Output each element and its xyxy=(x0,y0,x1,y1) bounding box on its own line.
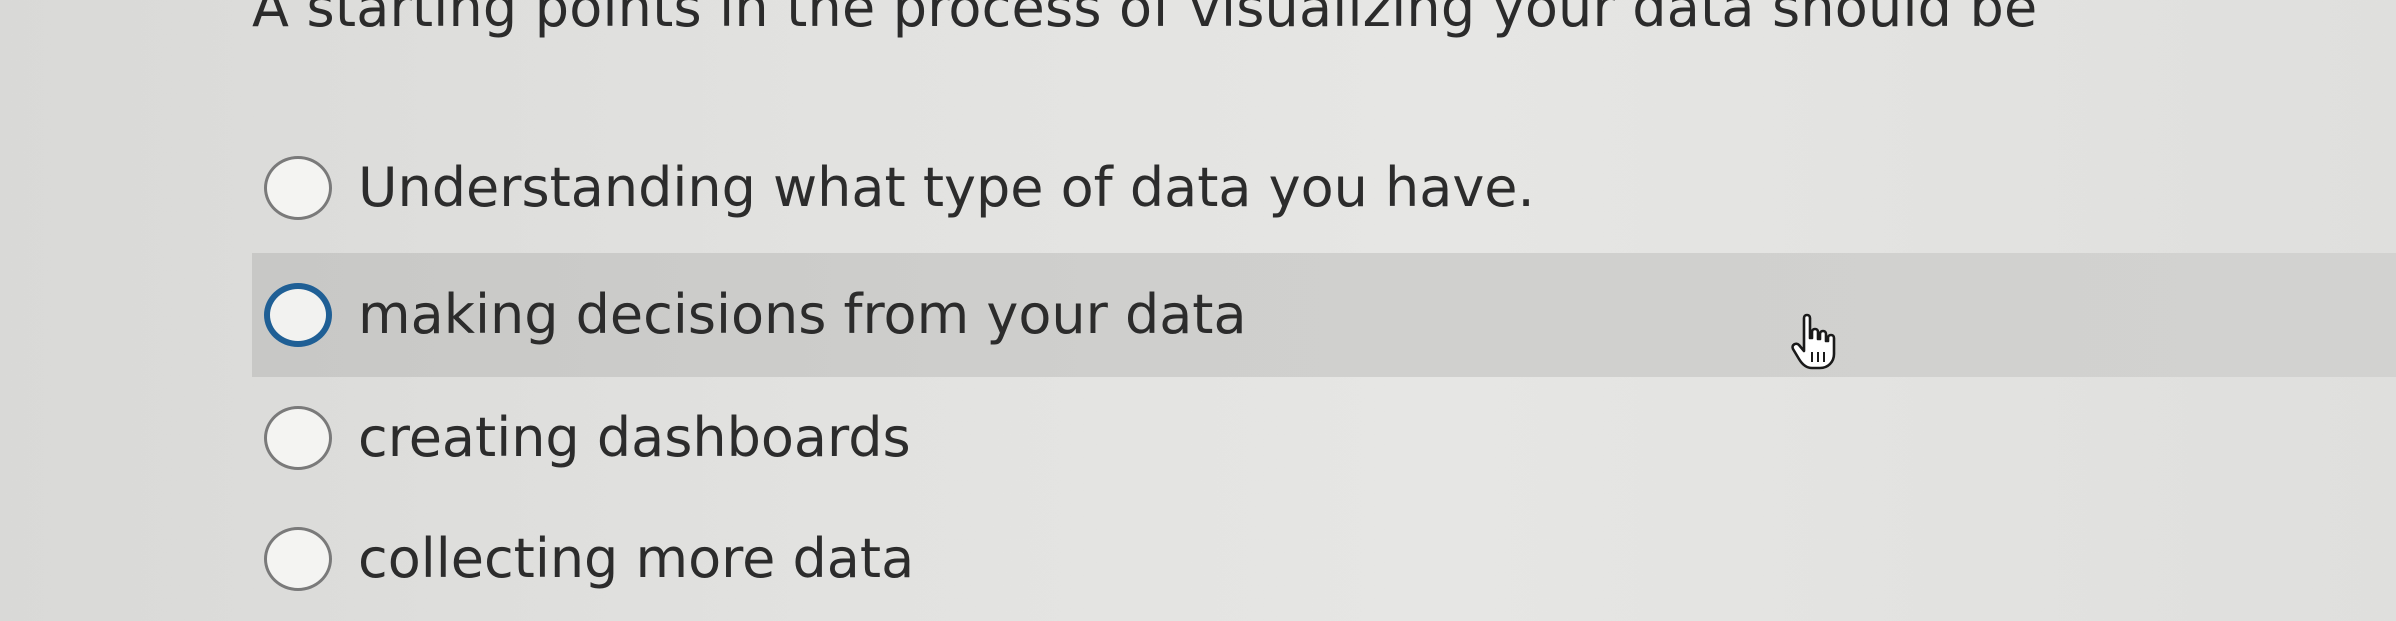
option-2[interactable]: making decisions from your data xyxy=(252,253,2396,377)
option-label-4: collecting more data xyxy=(358,527,915,590)
option-1[interactable]: Understanding what type of data you have… xyxy=(252,126,2396,250)
radio-button-2[interactable] xyxy=(264,283,332,347)
option-label-1: Understanding what type of data you have… xyxy=(358,156,1535,219)
radio-button-1[interactable] xyxy=(264,156,332,220)
radio-button-3[interactable] xyxy=(264,406,332,470)
option-label-2: making decisions from your data xyxy=(358,283,1247,346)
answer-options: Understanding what type of data you have… xyxy=(0,0,2396,610)
hand-pointer-icon xyxy=(1791,313,1836,370)
option-4[interactable]: collecting more data xyxy=(252,497,2396,621)
option-label-3: creating dashboards xyxy=(358,406,911,469)
radio-button-4[interactable] xyxy=(264,527,332,591)
option-3[interactable]: creating dashboards xyxy=(252,376,2396,500)
